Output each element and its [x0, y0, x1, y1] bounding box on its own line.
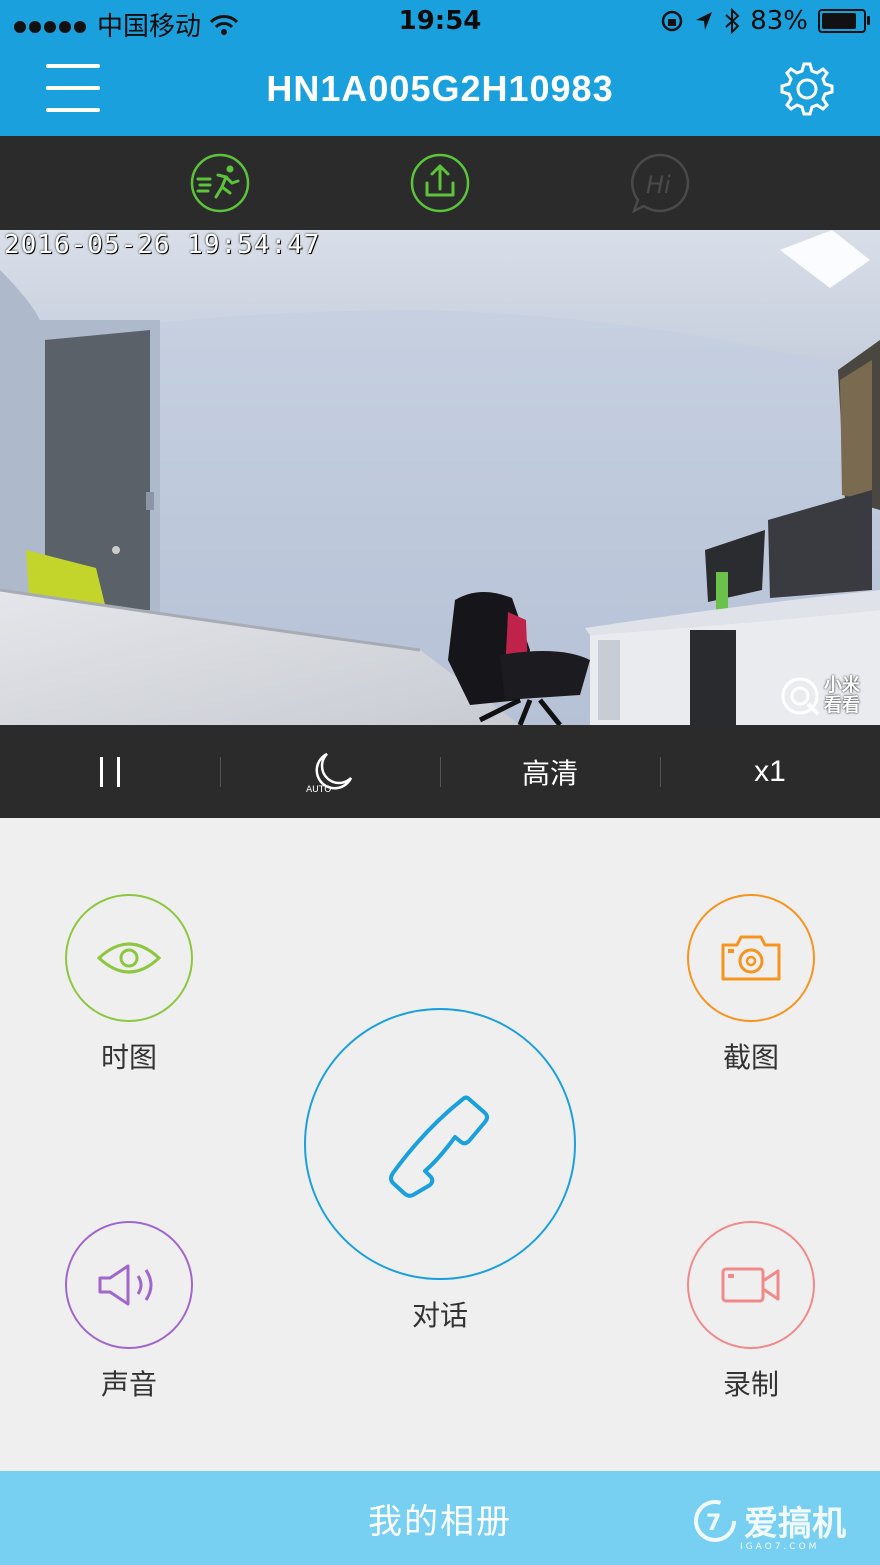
night-mode-badge: AUTO	[306, 785, 331, 794]
video-camera-icon	[721, 1267, 780, 1303]
pause-button[interactable]	[0, 725, 220, 818]
record-button[interactable]: 录制	[687, 1221, 815, 1403]
phone-icon	[389, 1095, 489, 1198]
brand-sub: IGAO7.COM	[740, 1542, 820, 1552]
video-timestamp: 2016-05-26 19:54:47	[4, 230, 321, 260]
live-view-button[interactable]: 时图	[65, 894, 193, 1076]
page-title: HN1A005G2H10983	[266, 68, 614, 109]
speaker-icon	[98, 1264, 153, 1306]
location-icon	[696, 12, 713, 30]
camera-video-feed[interactable]	[0, 230, 880, 725]
motion-detect-icon[interactable]	[190, 153, 250, 213]
watermark-logo-icon	[781, 677, 820, 716]
talk-circle	[304, 1008, 576, 1280]
bluetooth-icon	[725, 8, 740, 34]
pause-icon	[100, 756, 120, 787]
watermark-line1: 小米	[824, 675, 860, 696]
screenshot-label: 截图	[722, 1041, 779, 1074]
svg-text:7: 7	[706, 1511, 721, 1536]
live-view-label: 时图	[100, 1041, 157, 1074]
battery-percent: 83%	[750, 6, 808, 36]
svg-text:Hi: Hi	[646, 171, 671, 199]
gear-icon[interactable]	[778, 60, 836, 118]
camera-icon	[721, 935, 781, 981]
quality-button[interactable]: 高清	[440, 725, 660, 818]
feature-bar: Hi	[0, 136, 880, 230]
screenshot-circle	[687, 894, 815, 1022]
brand-logo-icon: 7	[694, 1499, 736, 1542]
record-circle	[687, 1221, 815, 1349]
moon-auto-icon: AUTO	[306, 752, 353, 794]
screenshot-button[interactable]: 截图	[687, 894, 815, 1076]
video-watermark: 小米 看看	[780, 676, 860, 716]
status-bar: 中国移动 19:54 83%	[0, 0, 880, 44]
zoom-button[interactable]: x1	[660, 725, 880, 818]
quality-label: 高清	[521, 756, 578, 790]
share-upload-icon[interactable]	[410, 153, 470, 213]
live-view-circle	[65, 894, 193, 1022]
eye-icon	[96, 942, 162, 974]
talk-button[interactable]: 对话	[304, 1008, 576, 1334]
sound-label: 声音	[100, 1368, 157, 1401]
watermark-line2: 看看	[824, 695, 860, 716]
talk-label: 对话	[411, 1299, 468, 1332]
brand-watermark: 7 爱搞机 IGAO7.COM	[692, 1496, 846, 1552]
record-label: 录制	[722, 1368, 779, 1401]
night-mode-button[interactable]: AUTO	[220, 725, 440, 818]
album-label: 我的相册	[368, 1501, 512, 1542]
battery-icon	[818, 9, 870, 33]
nav-header: HN1A005G2H10983	[0, 44, 880, 136]
zoom-label: x1	[754, 754, 786, 788]
hi-greeting-icon[interactable]: Hi	[630, 153, 690, 214]
sound-button[interactable]: 声音	[65, 1221, 193, 1403]
video-control-bar: AUTO 高清 x1	[0, 725, 880, 818]
sound-circle	[65, 1221, 193, 1349]
orientation-lock-icon	[661, 10, 683, 32]
brand-text: 爱搞机	[744, 1504, 846, 1544]
